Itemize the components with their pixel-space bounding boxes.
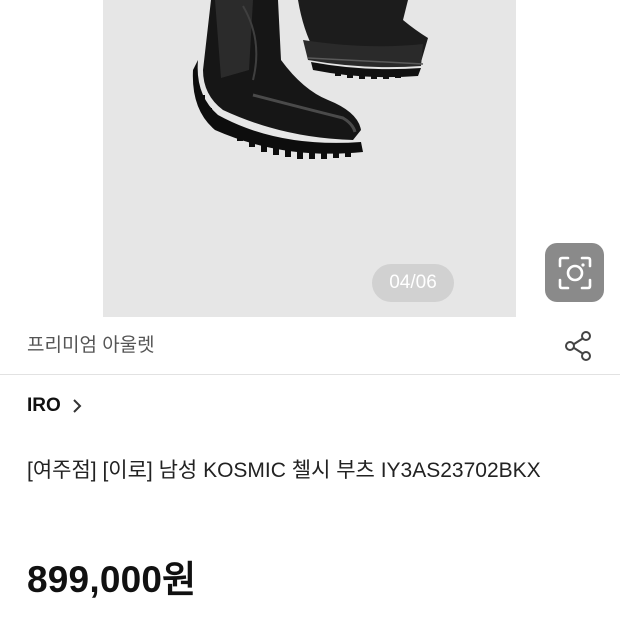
brand-name: IRO (27, 395, 61, 416)
brand-link[interactable]: IRO (27, 393, 83, 419)
chevron-right-icon (73, 399, 82, 413)
product-price: 899,000원 (27, 559, 197, 600)
share-icon (565, 331, 591, 361)
product-title: [여주점] [이로] 남성 KOSMIC 첼시 부츠 IY3AS23702BKX (27, 459, 541, 482)
boots-image (192, 0, 428, 159)
store-label: 프리미엄 아울렛 (27, 335, 155, 356)
camera-search-icon (558, 256, 591, 289)
share-button[interactable] (562, 330, 594, 362)
product-image-gallery[interactable]: 04/06 (0, 0, 620, 317)
product-photo[interactable]: 04/06 (103, 0, 516, 317)
image-search-button[interactable] (545, 243, 604, 302)
store-info-row: 프리미엄 아울렛 (0, 317, 620, 375)
image-counter: 04/06 (372, 264, 454, 302)
